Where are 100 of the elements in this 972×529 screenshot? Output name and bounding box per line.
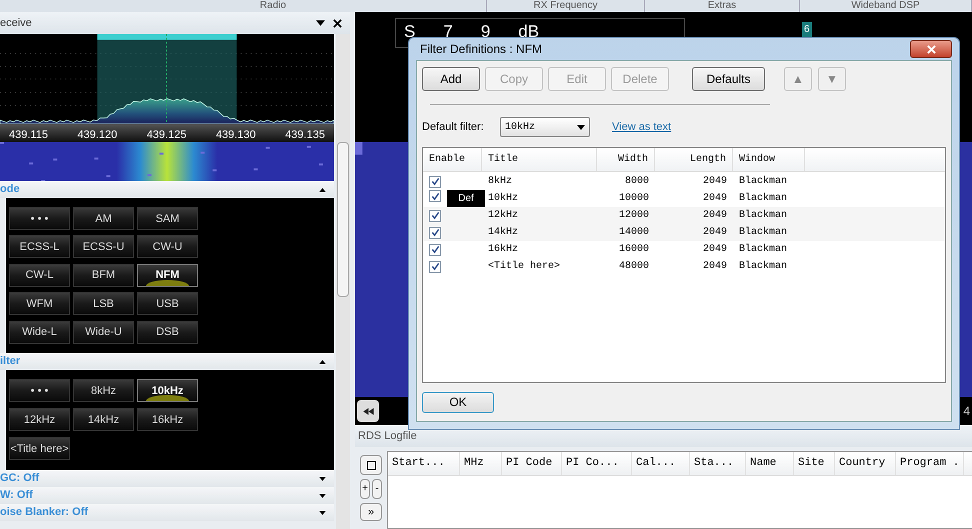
table-cell-text: Blackman <box>738 226 788 240</box>
table-cell-text: 14kHz <box>487 226 520 240</box>
mode-button[interactable]: 16kHz <box>137 408 198 431</box>
enable-checkbox[interactable] <box>429 260 441 272</box>
column-header[interactable]: Length <box>655 148 733 171</box>
enable-checkbox[interactable] <box>429 244 441 256</box>
mode-button[interactable]: SAM <box>137 207 198 230</box>
rewind-button[interactable] <box>357 400 379 422</box>
column-header[interactable]: Country <box>835 452 896 475</box>
column-header[interactable]: MHz <box>460 452 502 475</box>
mode-button[interactable]: ECSS-L <box>9 235 70 258</box>
enable-checkbox[interactable] <box>429 190 441 202</box>
dropdown-icon[interactable] <box>316 20 325 26</box>
axis-label: 439.130 <box>216 128 256 142</box>
table-cell-text: <Title here> <box>487 260 562 274</box>
panel-tab[interactable]: Extras <box>645 0 800 12</box>
panel-title: RDS Logfile <box>358 428 417 444</box>
table-cell-text: 14000 <box>618 226 650 240</box>
mode-button[interactable]: ECSS-U <box>73 235 134 258</box>
table-cell-text: 2049 <box>702 226 728 240</box>
axis-label: 439.135 <box>285 128 325 142</box>
expand-icon[interactable] <box>319 476 326 480</box>
mode-button[interactable]: BFM <box>73 264 134 287</box>
mode-button[interactable]: WFM <box>9 292 70 316</box>
mode-button[interactable]: CW-U <box>137 235 198 258</box>
panel-tab[interactable]: Radio <box>0 0 487 12</box>
column-header[interactable]: Enable <box>423 148 482 171</box>
caret-icon <box>577 124 585 130</box>
toolbar-button[interactable]: Defaults <box>692 67 765 91</box>
mode-button[interactable]: NFM <box>137 264 198 287</box>
close-icon[interactable] <box>333 18 342 28</box>
table-cell-text: 10kHz <box>487 192 520 206</box>
column-header[interactable]: Name <box>746 452 794 475</box>
table-cell-text: Blackman <box>738 208 788 223</box>
axis-label: 439.125 <box>146 128 186 142</box>
mode-button[interactable]: AM <box>73 207 134 230</box>
column-header[interactable]: Window <box>733 148 805 171</box>
table-cell-text: 16000 <box>618 243 650 257</box>
mode-button[interactable]: 10kHz <box>137 379 198 402</box>
filter-dropdown[interactable]: 10kHz <box>500 117 590 137</box>
panel-tab[interactable]: Wideband DSP <box>800 0 972 12</box>
column-header[interactable]: Width <box>597 148 655 171</box>
small-button[interactable]: + <box>360 479 370 499</box>
table-cell-text: 48000 <box>618 260 650 274</box>
mode-button[interactable]: CW-L <box>9 264 70 287</box>
table-cell-text: 12kHz <box>487 208 520 223</box>
panel-title: eceive <box>0 16 32 31</box>
meter-label: dB <box>518 21 540 43</box>
close-icon <box>926 44 936 54</box>
ok-button[interactable]: OK <box>422 392 494 412</box>
rewind-icon <box>362 408 374 414</box>
meter-label: 9 <box>480 21 490 43</box>
enable-checkbox[interactable] <box>429 226 441 238</box>
enable-checkbox[interactable] <box>429 210 441 222</box>
collapse-icon[interactable] <box>319 188 326 192</box>
column-header[interactable]: PI Code <box>502 452 562 475</box>
table-cell-text: 2049 <box>702 260 728 274</box>
column-header[interactable]: Start... <box>388 452 460 475</box>
panel-tab[interactable]: RX Frequency <box>487 0 645 12</box>
expand-icon[interactable] <box>319 494 326 498</box>
meter-label: S <box>404 21 416 43</box>
small-button[interactable]: » <box>360 503 382 521</box>
field-label: Default filter: <box>422 120 485 135</box>
mode-button[interactable]: USB <box>137 292 198 316</box>
mode-button[interactable]: DSB <box>137 320 198 344</box>
meter-marker: 6 <box>802 22 812 37</box>
table-cell-text: Blackman <box>738 192 788 206</box>
table-cell-text: 12000 <box>618 209 650 223</box>
scrollbar[interactable] <box>336 34 350 529</box>
mode-button[interactable]: • • • <box>9 379 70 402</box>
column-header[interactable]: Program . <box>896 452 964 475</box>
stop-button[interactable] <box>360 455 382 475</box>
table-cell-text: 2049 <box>702 209 728 223</box>
expand-icon[interactable] <box>319 510 326 514</box>
table-cell-text: 8kHz <box>487 174 514 189</box>
dialog-title: Filter Definitions : NFM <box>419 41 542 58</box>
view-as-text-link[interactable]: View as text <box>612 118 672 136</box>
small-button[interactable]: - <box>372 479 382 499</box>
mode-button[interactable]: <Title here> <box>9 437 70 460</box>
mode-button[interactable]: 14kHz <box>73 408 134 431</box>
mode-button[interactable]: • • • <box>9 207 70 230</box>
mode-button[interactable]: LSB <box>73 292 134 316</box>
column-header[interactable]: PI Co... <box>562 452 632 475</box>
table-cell-text: Blackman <box>738 174 788 189</box>
table-cell-text: Blackman <box>738 260 788 274</box>
toolbar-button[interactable]: Add <box>422 67 480 91</box>
column-header[interactable]: Sta... <box>690 452 746 475</box>
column-header[interactable]: Cal... <box>632 452 690 475</box>
collapse-icon[interactable] <box>319 360 326 364</box>
mode-button[interactable]: Wide-U <box>73 320 134 344</box>
table-cell-text: 2049 <box>702 175 728 189</box>
table-cell-text: 2049 <box>702 243 728 257</box>
column-header[interactable]: Title <box>482 148 597 171</box>
table-cell-text: 2049 <box>702 192 728 206</box>
mode-button[interactable]: 12kHz <box>9 408 70 431</box>
mode-button[interactable]: Wide-L <box>9 320 70 344</box>
column-header[interactable]: Site <box>794 452 835 475</box>
enable-checkbox[interactable] <box>429 176 441 188</box>
mode-button[interactable]: 8kHz <box>73 379 134 402</box>
close-button[interactable] <box>910 40 952 58</box>
